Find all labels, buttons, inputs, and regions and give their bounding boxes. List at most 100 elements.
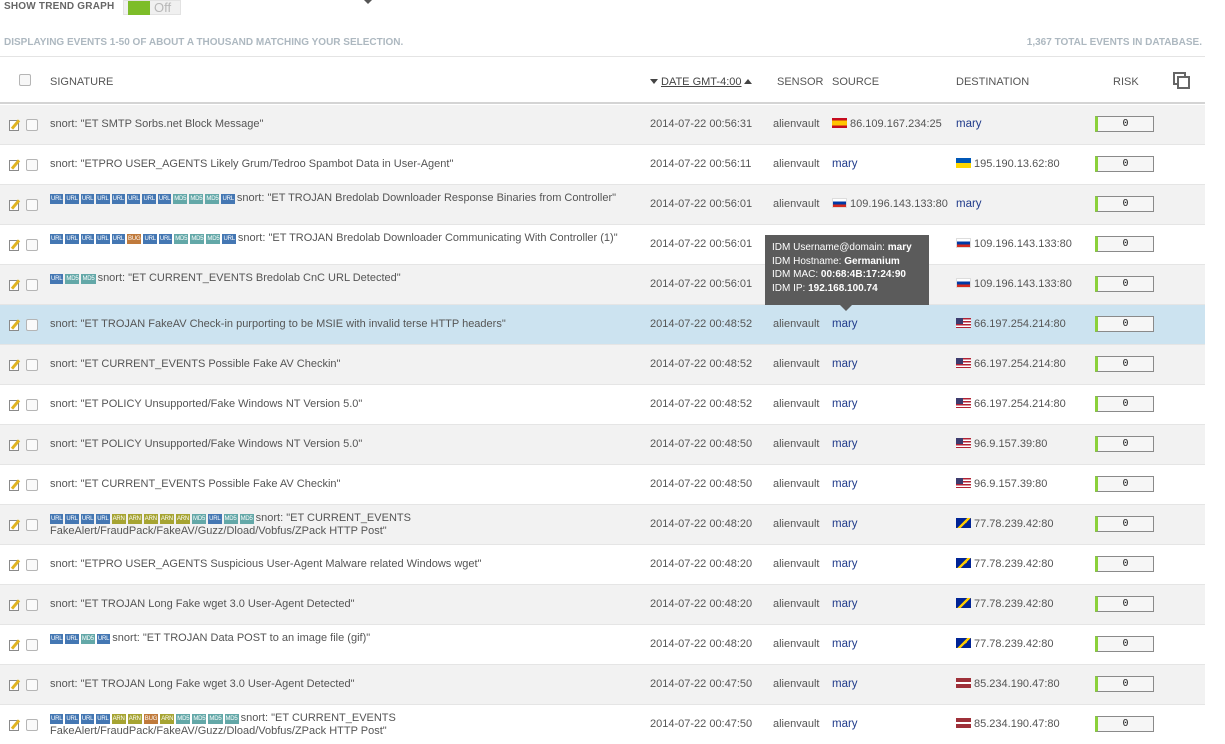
bug-badge-icon[interactable]: BUG — [127, 234, 142, 244]
url-badge-icon[interactable]: URL — [65, 514, 79, 524]
arn-badge-icon[interactable]: ARN — [143, 514, 158, 524]
arn-badge-icon[interactable]: ARN — [127, 714, 142, 724]
source-cell[interactable]: mary — [832, 518, 858, 530]
arn-badge-icon[interactable]: ARN — [111, 514, 126, 524]
table-row[interactable]: snort: "ETPRO USER_AGENTS Likely Grum/Te… — [0, 145, 1205, 185]
sort-asc-icon[interactable] — [744, 79, 753, 84]
columns-config-icon[interactable] — [1173, 72, 1190, 89]
signature-cell[interactable]: URL URL URL URL ARN ARN ARN ARN ARN MD5 URL MD5 MD5 s… — [50, 512, 640, 538]
destination-value[interactable]: 77.78.239.42:80 — [974, 518, 1054, 530]
url-badge-icon[interactable]: URL — [96, 234, 110, 244]
row-checkbox[interactable] — [26, 239, 38, 251]
signature-text[interactable]: snort: "ETPRO USER_AGENTS Likely Grum/Te… — [50, 158, 453, 170]
arn-badge-icon[interactable]: ARN — [175, 514, 191, 524]
edit-icon[interactable] — [9, 359, 21, 371]
edit-icon[interactable] — [9, 679, 21, 691]
sort-desc-icon[interactable] — [650, 79, 658, 84]
destination-cell[interactable]: 77.78.239.42:80 — [956, 558, 1054, 570]
destination-value[interactable]: 96.9.157.39:80 — [974, 478, 1047, 490]
column-header-signature[interactable]: SIGNATURE — [50, 76, 113, 88]
source-value[interactable]: mary — [832, 638, 858, 650]
edit-icon[interactable] — [9, 719, 21, 731]
source-value[interactable]: mary — [832, 158, 858, 170]
signature-cell[interactable]: snort: "ETPRO USER_AGENTS Likely Grum/Te… — [50, 158, 640, 171]
row-checkbox[interactable] — [26, 199, 38, 211]
edit-icon[interactable] — [9, 239, 21, 251]
destination-cell[interactable]: 96.9.157.39:80 — [956, 478, 1047, 490]
url-badge-icon[interactable]: URL — [142, 194, 156, 204]
destination-cell[interactable]: 66.197.254.214:80 — [956, 398, 1066, 410]
destination-value[interactable]: 66.197.254.214:80 — [974, 358, 1066, 370]
signature-cell[interactable]: snort: "ET TROJAN Long Fake wget 3.0 Use… — [50, 598, 640, 611]
edit-icon[interactable] — [9, 439, 21, 451]
destination-cell[interactable]: 85.234.190.47:80 — [956, 678, 1060, 690]
url-badge-icon[interactable]: URL — [157, 194, 172, 204]
table-row[interactable]: snort: "ET TROJAN Long Fake wget 3.0 Use… — [0, 665, 1205, 705]
caret-down-icon[interactable] — [364, 0, 372, 4]
arn-badge-icon[interactable]: ARN — [160, 714, 175, 724]
edit-icon[interactable] — [9, 199, 21, 211]
edit-icon[interactable] — [9, 479, 21, 491]
table-row[interactable]: URL URL URL URL URL URL URL URL MD5 MD5 MD5 URL snor… — [0, 185, 1205, 225]
source-cell[interactable]: mary — [832, 358, 858, 370]
table-row[interactable]: URL URL URL URL URL BUG URL URL MD5 MD5 MD5 URL snor… — [0, 225, 1205, 265]
source-cell[interactable]: mary — [832, 598, 858, 610]
table-row[interactable]: snort: "ET SMTP Sorbs.net Block Message"… — [0, 105, 1205, 145]
url-badge-icon[interactable]: URL — [50, 274, 64, 284]
destination-value[interactable]: 85.234.190.47:80 — [974, 718, 1060, 730]
destination-cell[interactable]: 77.78.239.42:80 — [956, 518, 1054, 530]
row-checkbox[interactable] — [26, 519, 38, 531]
signature-text[interactable]: snort: "ET TROJAN Long Fake wget 3.0 Use… — [50, 598, 355, 610]
url-badge-icon[interactable]: URL — [50, 234, 64, 244]
destination-cell[interactable]: 109.196.143.133:80 — [956, 238, 1072, 250]
url-badge-icon[interactable]: URL — [96, 634, 111, 644]
edit-icon[interactable] — [9, 639, 21, 651]
source-value[interactable]: 109.196.143.133:80 — [850, 198, 948, 210]
url-badge-icon[interactable]: URL — [50, 714, 64, 724]
signature-cell[interactable]: URL URL MD5 URL snort: "ET TROJAN Data POST … — [50, 632, 640, 645]
url-badge-icon[interactable]: URL — [80, 194, 95, 204]
url-badge-icon[interactable]: URL — [65, 714, 79, 724]
destination-cell[interactable]: 77.78.239.42:80 — [956, 638, 1054, 650]
row-checkbox[interactable] — [26, 679, 38, 691]
signature-text[interactable]: snort: "ET CURRENT_EVENTS Bredolab CnC U… — [98, 272, 401, 284]
source-cell[interactable]: mary — [832, 678, 858, 690]
source-value[interactable]: mary — [832, 398, 858, 410]
signature-cell[interactable]: snort: "ET CURRENT_EVENTS Possible Fake … — [50, 358, 640, 371]
source-value[interactable]: mary — [832, 518, 858, 530]
trend-graph-toggle[interactable]: Off — [123, 0, 181, 15]
md5-badge-icon[interactable]: MD5 — [223, 514, 238, 524]
md5-badge-icon[interactable]: MD5 — [189, 194, 204, 204]
table-row[interactable]: snort: "ET CURRENT_EVENTS Possible Fake … — [0, 465, 1205, 505]
table-row[interactable]: URL MD5 MD5 snort: "ET CURRENT_EVENTS Bredo… — [0, 265, 1205, 305]
url-badge-icon[interactable]: URL — [111, 234, 126, 244]
source-value[interactable]: mary — [832, 478, 858, 490]
md5-badge-icon[interactable]: MD5 — [65, 274, 80, 284]
source-value[interactable]: 86.109.167.234:25 — [850, 118, 942, 130]
column-header-risk[interactable]: RISK — [1113, 76, 1139, 88]
destination-value[interactable]: 85.234.190.47:80 — [974, 678, 1060, 690]
row-checkbox[interactable] — [26, 639, 38, 651]
table-row[interactable]: URL URL URL URL ARN ARN ARN ARN ARN MD5 URL MD5 MD5 s… — [0, 505, 1205, 545]
signature-cell[interactable]: snort: "ET POLICY Unsupported/Fake Windo… — [50, 398, 640, 411]
destination-cell[interactable]: 85.234.190.47:80 — [956, 718, 1060, 730]
table-row[interactable]: snort: "ETPRO USER_AGENTS Suspicious Use… — [0, 545, 1205, 585]
url-badge-icon[interactable]: URL — [96, 714, 110, 724]
signature-text[interactable]: snort: "ET TROJAN Long Fake wget 3.0 Use… — [50, 678, 355, 690]
column-header-source[interactable]: SOURCE — [832, 76, 879, 88]
signature-text[interactable]: snort: "ET POLICY Unsupported/Fake Windo… — [50, 398, 362, 410]
destination-value[interactable]: 96.9.157.39:80 — [974, 438, 1047, 450]
signature-cell[interactable]: URL URL URL URL URL BUG URL URL MD5 MD5 MD5 URL snor… — [50, 232, 640, 245]
signature-text[interactable]: snort: "ET TROJAN FakeAV Check-in purpor… — [50, 318, 506, 330]
edit-icon[interactable] — [9, 279, 21, 291]
row-checkbox[interactable] — [26, 599, 38, 611]
md5-badge-icon[interactable]: MD5 — [174, 234, 189, 244]
md5-badge-icon[interactable]: MD5 — [205, 194, 220, 204]
edit-icon[interactable] — [9, 119, 21, 131]
table-row[interactable]: URL URL URL URL ARN ARN BUG ARN MD5 MD5 MD5 MD5 snor… — [0, 705, 1205, 744]
url-badge-icon[interactable]: URL — [127, 194, 141, 204]
md5-badge-icon[interactable]: MD5 — [173, 194, 188, 204]
destination-value[interactable]: 77.78.239.42:80 — [974, 598, 1054, 610]
url-badge-icon[interactable]: URL — [96, 514, 110, 524]
destination-value[interactable]: 109.196.143.133:80 — [974, 238, 1072, 250]
